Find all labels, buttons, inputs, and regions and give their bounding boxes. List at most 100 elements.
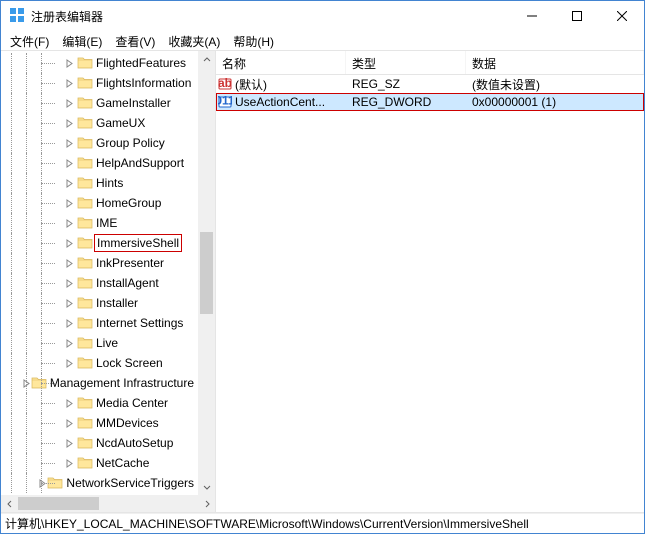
menu-file[interactable]: 文件(F) <box>5 31 57 50</box>
tree-node[interactable]: Lock Screen <box>1 353 198 373</box>
tree-node[interactable]: GameInstaller <box>1 93 198 113</box>
maximize-button[interactable] <box>554 1 599 31</box>
folder-icon <box>77 355 93 371</box>
value-type: REG_SZ <box>346 77 466 91</box>
expander-icon[interactable] <box>61 219 77 228</box>
tree-node[interactable]: Group Policy <box>1 133 198 153</box>
list-view[interactable]: ab(默认)REG_SZ(数值未设置)011UseActionCent...RE… <box>216 75 644 512</box>
tree-node-label: Installer <box>96 296 138 310</box>
expander-icon[interactable] <box>61 439 77 448</box>
list-row[interactable]: 011UseActionCent...REG_DWORD0x00000001 (… <box>216 93 644 111</box>
expander-icon[interactable] <box>61 299 77 308</box>
list-header: 名称 类型 数据 <box>216 51 644 75</box>
tree-node[interactable]: MMDevices <box>1 413 198 433</box>
scroll-left-icon[interactable] <box>1 495 18 512</box>
expander-icon[interactable] <box>61 159 77 168</box>
tree-node[interactable]: Internet Settings <box>1 313 198 333</box>
tree-node-label: Live <box>96 336 118 350</box>
tree-node-label: NcdAutoSetup <box>96 436 173 450</box>
tree-horizontal-scrollbar[interactable] <box>1 495 215 512</box>
expander-icon[interactable] <box>61 319 77 328</box>
expander-icon[interactable] <box>61 359 77 368</box>
list-pane: 名称 类型 数据 ab(默认)REG_SZ(数值未设置)011UseAction… <box>216 51 644 512</box>
menu-help[interactable]: 帮助(H) <box>228 31 282 50</box>
tree-node[interactable]: Media Center <box>1 393 198 413</box>
menu-view[interactable]: 查看(V) <box>110 31 163 50</box>
tree-node[interactable]: GameUX <box>1 113 198 133</box>
expander-icon[interactable] <box>61 279 77 288</box>
main-split: FlightedFeatures FlightsInformation GameIn… <box>1 51 644 513</box>
tree-node-label: GameUX <box>96 116 145 130</box>
expander-icon[interactable] <box>61 179 77 188</box>
expander-icon[interactable] <box>61 139 77 148</box>
close-button[interactable] <box>599 1 644 31</box>
folder-icon <box>77 255 93 271</box>
column-type[interactable]: 类型 <box>346 51 466 74</box>
expander-icon[interactable] <box>61 239 77 248</box>
tree-node[interactable]: Live <box>1 333 198 353</box>
tree-node[interactable]: FlightsInformation <box>1 73 198 93</box>
folder-icon <box>77 115 93 131</box>
scroll-down-icon[interactable] <box>198 478 215 495</box>
folder-icon <box>77 455 93 471</box>
tree-node[interactable]: InkPresenter <box>1 253 198 273</box>
tree-node[interactable]: NcdAutoSetup <box>1 433 198 453</box>
folder-icon <box>77 95 93 111</box>
folder-icon <box>77 335 93 351</box>
tree-node-label: FlightsInformation <box>96 76 191 90</box>
expander-icon[interactable] <box>61 119 77 128</box>
minimize-button[interactable] <box>509 1 554 31</box>
window-title: 注册表编辑器 <box>31 8 509 25</box>
tree-node[interactable]: Management Infrastructure <box>1 373 198 393</box>
tree-vertical-scrollbar[interactable] <box>198 51 215 495</box>
tree-node-label: Lock Screen <box>96 356 163 370</box>
folder-icon <box>77 215 93 231</box>
expander-icon[interactable] <box>61 199 77 208</box>
folder-icon <box>77 195 93 211</box>
tree-node[interactable]: ImmersiveShell <box>1 233 198 253</box>
folder-icon <box>77 155 93 171</box>
expander-icon[interactable] <box>61 339 77 348</box>
tree-node[interactable]: FlightedFeatures <box>1 53 198 73</box>
tree-node[interactable]: NetCache <box>1 453 198 473</box>
tree-node-label: Internet Settings <box>96 316 183 330</box>
regedit-app-icon <box>9 7 25 26</box>
folder-icon <box>77 395 93 411</box>
tree-node[interactable]: InstallAgent <box>1 273 198 293</box>
column-data[interactable]: 数据 <box>466 51 644 74</box>
status-path: 计算机\HKEY_LOCAL_MACHINE\SOFTWARE\Microsof… <box>5 515 529 532</box>
column-name[interactable]: 名称 <box>216 51 346 74</box>
expander-icon[interactable] <box>61 399 77 408</box>
tree-node[interactable]: HomeGroup <box>1 193 198 213</box>
folder-icon <box>77 175 93 191</box>
expander-icon[interactable] <box>61 59 77 68</box>
tree-node[interactable]: NetworkServiceTriggers <box>1 473 198 493</box>
expander-icon[interactable] <box>61 259 77 268</box>
title-bar: 注册表编辑器 <box>1 1 644 31</box>
string-value-icon: ab <box>218 77 232 91</box>
tree-view[interactable]: FlightedFeatures FlightsInformation GameIn… <box>1 51 198 495</box>
tree-node[interactable]: HelpAndSupport <box>1 153 198 173</box>
folder-icon <box>77 75 93 91</box>
tree-node-label: IME <box>96 216 117 230</box>
folder-icon <box>77 55 93 71</box>
tree-node-label: InkPresenter <box>96 256 164 270</box>
expander-icon[interactable] <box>61 99 77 108</box>
tree-node-label: GameInstaller <box>96 96 171 110</box>
menu-edit[interactable]: 编辑(E) <box>57 31 110 50</box>
tree-node[interactable]: Hints <box>1 173 198 193</box>
scroll-right-icon[interactable] <box>198 495 215 512</box>
list-row[interactable]: ab(默认)REG_SZ(数值未设置) <box>216 75 644 93</box>
menu-favorites[interactable]: 收藏夹(A) <box>163 31 228 50</box>
expander-icon[interactable] <box>61 79 77 88</box>
tree-node-label: HomeGroup <box>96 196 161 210</box>
tree-node[interactable]: Installer <box>1 293 198 313</box>
tree-node-label: InstallAgent <box>96 276 159 290</box>
value-name: UseActionCent... <box>235 95 325 109</box>
folder-icon <box>77 315 93 331</box>
tree-node-label: ImmersiveShell <box>96 236 180 250</box>
expander-icon[interactable] <box>61 459 77 468</box>
expander-icon[interactable] <box>61 419 77 428</box>
scroll-up-icon[interactable] <box>198 51 215 68</box>
tree-node[interactable]: IME <box>1 213 198 233</box>
